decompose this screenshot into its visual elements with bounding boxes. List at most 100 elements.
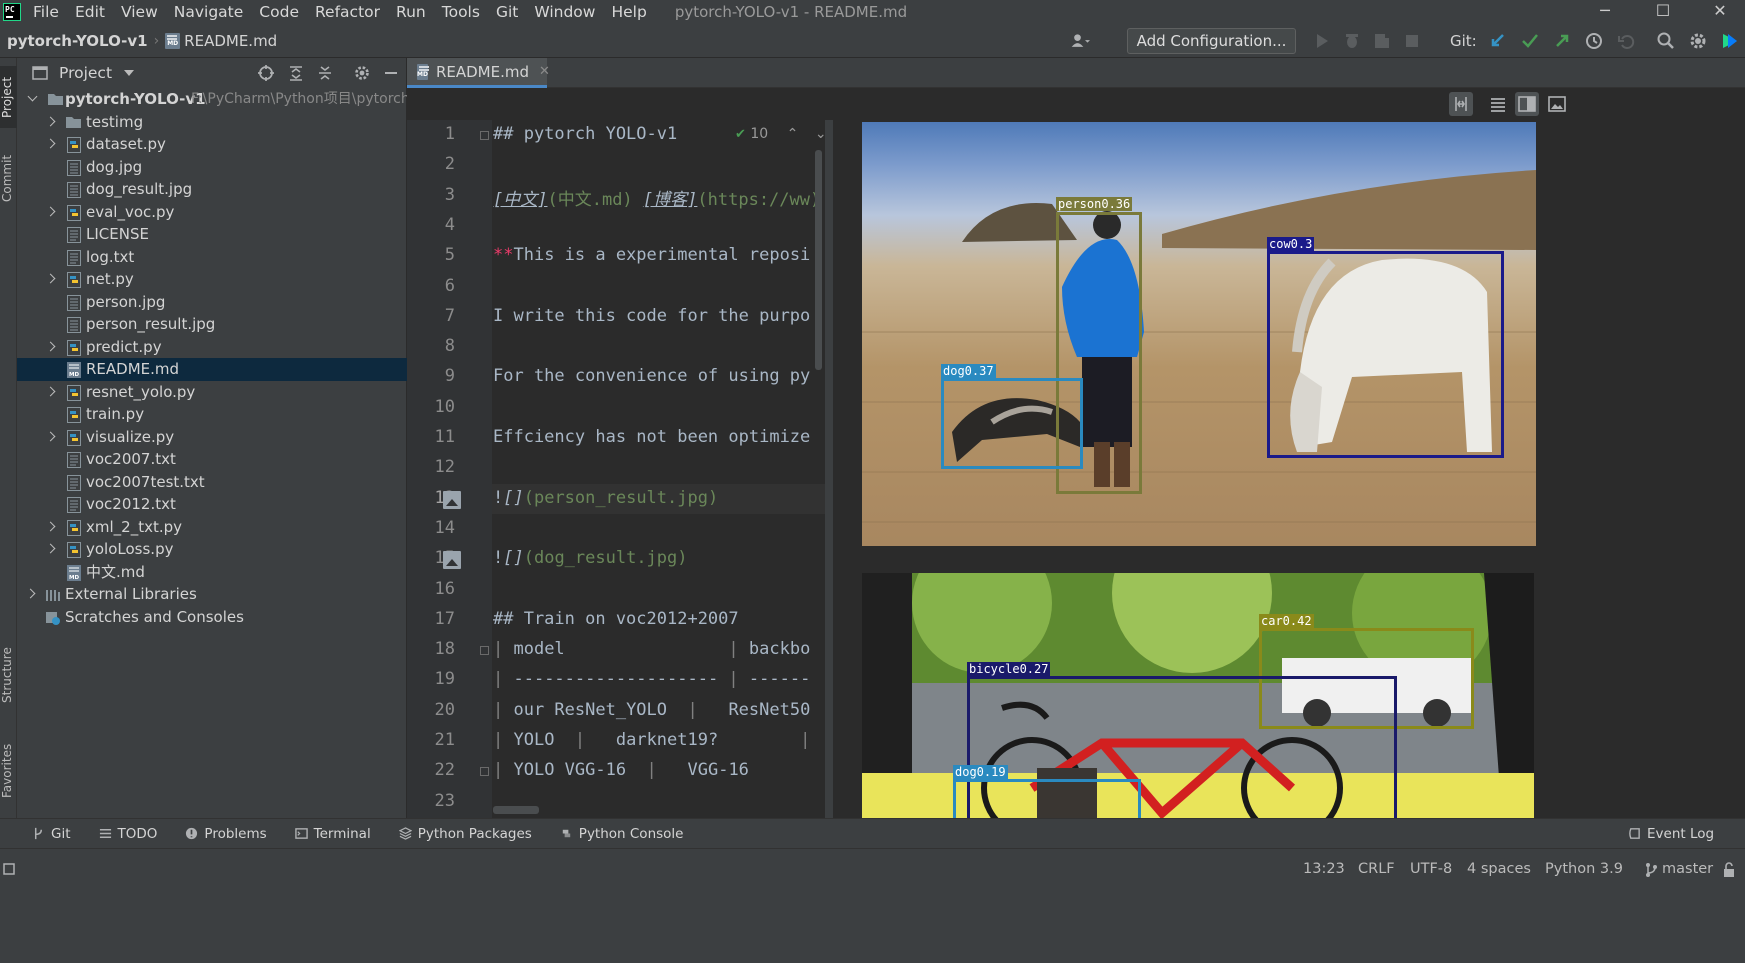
coverage-icon[interactable] [1372,31,1392,51]
tree-item[interactable]: dog.jpg [17,156,407,179]
add-configuration-button[interactable]: Add Configuration... [1127,28,1296,54]
event-log-button[interactable]: Event Log [1628,826,1714,842]
image-preview-icon[interactable] [443,490,461,509]
expand-arrow-icon[interactable] [45,521,56,531]
inspection-widget[interactable]: ✔ 10 ⌃ ⌄ [735,126,827,142]
expand-arrow-icon[interactable] [45,543,56,554]
expand-arrow-icon[interactable] [45,138,56,149]
hide-panel-icon[interactable] [382,64,400,82]
git-tool-button[interactable]: Git [32,826,71,842]
python-interpreter[interactable]: Python 3.9 [1545,861,1623,877]
tree-item[interactable]: MD 中文.md [17,561,407,584]
fold-marker-icon[interactable] [480,646,489,656]
menu-file[interactable]: File [25,0,67,24]
image-preview-icon[interactable] [443,551,461,570]
jetbrains-toolbox-icon[interactable] [1720,31,1740,51]
tree-item[interactable]: visualize.py [17,426,407,449]
menu-navigate[interactable]: Navigate [166,0,252,24]
menu-code[interactable]: Code [251,0,307,24]
debug-icon[interactable] [1342,31,1362,51]
tree-root[interactable]: pytorch-YOLO-v1 F:\PyCharm\Python项目\pyto… [17,88,415,111]
todo-tool-button[interactable]: TODO [99,826,157,842]
tree-item[interactable]: train.py [17,403,407,426]
terminal-tool-button[interactable]: Terminal [294,826,371,842]
tree-item[interactable]: MD README.md [17,358,407,381]
tab-close-icon[interactable]: ✕ [539,64,550,79]
chevron-down-icon[interactable] [124,70,135,76]
settings-gear-icon[interactable] [1688,31,1708,51]
maximize-button[interactable]: ☐ [1643,0,1683,24]
indent-setting[interactable]: 4 spaces [1467,861,1531,877]
tree-item[interactable]: xml_2_txt.py [17,516,407,539]
tree-item[interactable]: testimg [17,111,407,134]
split-divider[interactable] [825,120,833,818]
close-button[interactable]: ✕ [1700,0,1740,24]
tree-item[interactable]: yoloLoss.py [17,538,407,561]
tree-item[interactable]: resnet_yolo.py [17,381,407,404]
menu-window[interactable]: Window [526,0,603,24]
python-packages-tool-button[interactable]: Python Packages [398,826,532,842]
editor-only-icon[interactable] [1486,92,1510,116]
history-icon[interactable] [1584,31,1604,51]
expand-arrow-icon[interactable] [45,431,56,441]
menu-tools[interactable]: Tools [434,0,488,24]
menu-help[interactable]: Help [603,0,654,24]
tree-item[interactable]: dog_result.jpg [17,178,407,201]
tree-item[interactable]: person.jpg [17,291,407,314]
preview-only-icon[interactable] [1545,92,1569,116]
expand-arrow-icon[interactable] [45,273,56,284]
tree-item[interactable]: predict.py [17,336,407,359]
expand-arrow-icon[interactable] [45,341,56,351]
commit-tool-tab[interactable]: Commit [0,143,17,213]
expand-arrow-icon[interactable] [25,588,36,599]
problems-tool-button[interactable]: Problems [185,826,267,842]
line-separator[interactable]: CRLF [1358,861,1395,877]
menu-view[interactable]: View [113,0,166,24]
run-icon[interactable] [1312,31,1332,51]
markdown-source-editor[interactable]: ## pytorch YOLO-v1 [中文](中文.md) [博客](https… [492,120,825,818]
git-commit-icon[interactable] [1520,31,1540,51]
editor-horizontal-scrollbar[interactable] [493,806,539,814]
fold-marker-icon[interactable] [480,767,489,777]
tree-external-libraries[interactable]: External Libraries [17,583,407,606]
fold-marker-icon[interactable] [480,131,489,140]
favorites-tool-tab[interactable]: Favorites [0,733,17,808]
tree-item[interactable]: net.py [17,268,407,291]
menu-run[interactable]: Run [388,0,434,24]
expand-arrow-icon[interactable] [27,91,38,102]
breadcrumb-file[interactable]: README.md [184,32,277,50]
menu-refactor[interactable]: Refactor [307,0,388,24]
user-icon[interactable] [1070,31,1090,51]
markdown-preview[interactable]: person0.36 cow0.3 dog0.37 car0.42 bicycl… [833,120,1745,818]
git-push-icon[interactable] [1552,31,1572,51]
tool-windows-toggle-icon[interactable] [3,863,15,875]
git-update-icon[interactable] [1488,31,1508,51]
tree-item[interactable]: person_result.jpg [17,313,407,336]
tree-item[interactable]: eval_voc.py [17,201,407,224]
tree-item[interactable]: voc2012.txt [17,493,407,516]
sync-scroll-icon[interactable] [1449,92,1473,116]
structure-tool-tab[interactable]: Structure [0,638,17,713]
python-console-tool-button[interactable]: Python Console [560,826,683,842]
tab-readme[interactable]: MD README.md ✕ [407,58,550,88]
collapse-all-icon[interactable] [316,64,334,82]
search-icon[interactable] [1656,31,1676,51]
expand-arrow-icon[interactable] [45,116,56,126]
editor-and-preview-icon[interactable] [1515,92,1539,116]
git-branch[interactable]: master [1662,861,1713,877]
lock-icon[interactable] [1722,862,1736,878]
tree-scratches[interactable]: Scratches and Consoles [17,606,407,629]
project-tool-tab[interactable]: Project [0,66,17,128]
file-encoding[interactable]: UTF-8 [1410,861,1452,877]
breadcrumb-project[interactable]: pytorch-YOLO-v1 [7,32,148,50]
menu-edit[interactable]: Edit [67,0,113,24]
menu-git[interactable]: Git [488,0,526,24]
previous-highlight-icon[interactable]: ⌃ [787,126,799,142]
stop-icon[interactable] [1402,31,1422,51]
tree-item[interactable]: dataset.py [17,133,407,156]
editor-vertical-scrollbar[interactable] [815,150,822,370]
expand-arrow-icon[interactable] [45,206,56,216]
caret-position[interactable]: 13:23 [1303,861,1345,877]
tree-item[interactable]: log.txt [17,246,407,269]
tree-item[interactable]: LICENSE [17,223,407,246]
